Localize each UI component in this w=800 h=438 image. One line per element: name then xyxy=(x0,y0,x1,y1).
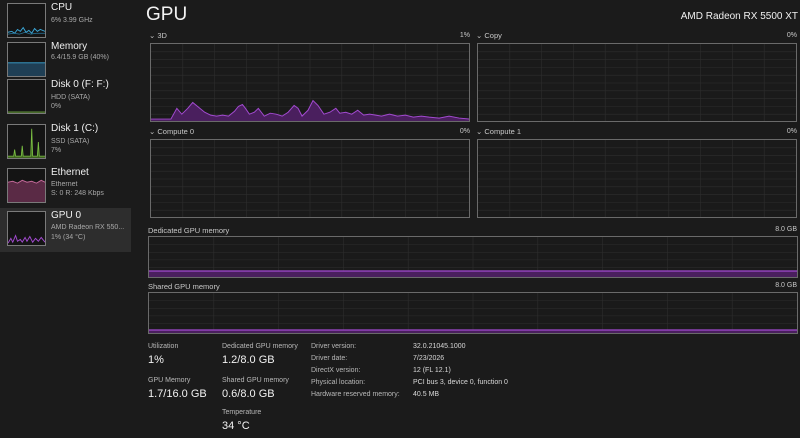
driver-date-value: 7/23/2026 xyxy=(413,355,445,362)
engine-selector-compute-0[interactable]: ⌄ Compute 0 xyxy=(149,127,194,136)
temperature-value: 34 °C xyxy=(222,420,250,432)
sidebar-item-cpu[interactable]: CPU 6% 3.99 GHz xyxy=(0,0,131,43)
disk-graph-icon xyxy=(7,124,46,159)
sidebar-item-disk-1[interactable]: Disk 1 (C:) SSD (SATA) 7% xyxy=(0,121,131,164)
disk-graph-icon xyxy=(7,79,46,114)
sidebar-item-label: GPU 0 xyxy=(51,210,82,221)
driver-version-label: Driver version: xyxy=(311,343,357,350)
graph-max: 0% xyxy=(786,32,797,39)
sidebar-item-detail: 6% 3.99 GHz xyxy=(51,17,93,24)
physical-location-label: Physical location: xyxy=(311,379,366,386)
chevron-down-icon: ⌄ xyxy=(149,31,156,40)
graph-dedicated-memory xyxy=(148,236,798,278)
sidebar-item-label: Memory xyxy=(51,41,88,52)
shared-memory-label: Shared GPU memory xyxy=(222,377,289,384)
engine-selector-compute-1[interactable]: ⌄ Compute 1 xyxy=(476,127,521,136)
memory-graph-icon xyxy=(7,42,46,77)
engine-selector-copy[interactable]: ⌄ Copy xyxy=(476,31,502,40)
dedicated-memory-value: 1.2/8.0 GB xyxy=(222,354,275,366)
dedicated-memory-label: Dedicated GPU memory xyxy=(222,343,298,350)
graph-max: 0% xyxy=(459,128,470,135)
graph-label: Compute 1 xyxy=(484,127,522,136)
chevron-down-icon: ⌄ xyxy=(149,127,156,136)
sidebar-item-detail: AMD Radeon RX 550... xyxy=(51,224,125,231)
sidebar-item-label: Disk 1 (C:) xyxy=(51,123,99,134)
chevron-down-icon: ⌄ xyxy=(476,127,483,136)
sidebar-item-usage: 0% xyxy=(51,103,62,110)
driver-date-label: Driver date: xyxy=(311,355,348,362)
engine-selector-3d[interactable]: ⌄ 3D xyxy=(149,31,167,40)
graph-label: Copy xyxy=(484,31,502,40)
graph-shared-memory xyxy=(148,292,798,334)
directx-label: DirectX version: xyxy=(311,367,361,374)
graph-label: Dedicated GPU memory xyxy=(148,226,230,235)
graph-max: 1% xyxy=(459,32,470,39)
driver-version-value: 32.0.21045.1000 xyxy=(413,343,466,350)
reserved-memory-value: 40.5 MB xyxy=(413,391,440,398)
chevron-down-icon: ⌄ xyxy=(476,31,483,40)
dedicated-memory-fill xyxy=(149,271,797,277)
gpu-graph-icon xyxy=(7,211,46,246)
physical-location-value: PCI bus 3, device 0, function 0 xyxy=(413,379,508,386)
gpu-memory-value: 1.7/16.0 GB xyxy=(148,388,207,400)
graph-copy xyxy=(477,43,797,122)
graph-max: 8.0 GB xyxy=(775,282,797,289)
gpu-detail-panel: GPU AMD Radeon RX 5500 XT ⌄ 3D 1% ⌄ Copy… xyxy=(131,0,800,438)
graph-compute-0 xyxy=(150,139,470,218)
graph-label: 3D xyxy=(157,31,167,40)
sidebar-item-gpu-0[interactable]: GPU 0 AMD Radeon RX 550... 1% (34 °C) xyxy=(0,208,131,252)
graph-max: 8.0 GB xyxy=(775,226,797,233)
sidebar-item-label: Ethernet xyxy=(51,167,89,178)
sidebar-item-memory[interactable]: Memory 6.4/15.9 GB (40%) xyxy=(0,39,131,82)
sidebar-item-throughput: S: 0 R: 248 Kbps xyxy=(51,190,104,197)
sidebar-item-disk-0[interactable]: Disk 0 (F: F:) HDD (SATA) 0% xyxy=(0,77,131,120)
utilization-label: Utilization xyxy=(148,343,179,350)
shared-memory-value: 0.6/8.0 GB xyxy=(222,388,275,400)
graph-3d xyxy=(150,43,470,122)
directx-value: 12 (FL 12.1) xyxy=(413,367,451,374)
sidebar-item-detail: Ethernet xyxy=(51,181,78,188)
sidebar-item-ethernet[interactable]: Ethernet Ethernet S: 0 R: 248 Kbps xyxy=(0,165,131,208)
sidebar-item-detail: 6.4/15.9 GB (40%) xyxy=(51,54,109,61)
sidebar-item-detail: SSD (SATA) xyxy=(51,138,90,145)
sidebar-item-label: Disk 0 (F: F:) xyxy=(51,79,109,90)
gpu-memory-label: GPU Memory xyxy=(148,377,191,384)
gpu-model-name: AMD Radeon RX 5500 XT xyxy=(680,11,798,22)
ethernet-graph-icon xyxy=(7,168,46,203)
sidebar-item-detail: HDD (SATA) xyxy=(51,94,91,101)
reserved-memory-label: Hardware reserved memory: xyxy=(311,391,400,398)
sidebar-item-label: CPU xyxy=(51,2,73,13)
sidebar: CPU 6% 3.99 GHz Memory 6.4/15.9 GB (40%)… xyxy=(0,0,131,438)
temperature-label: Temperature xyxy=(222,409,262,416)
utilization-value: 1% xyxy=(148,354,164,366)
graph-compute-1 xyxy=(477,139,797,218)
cpu-graph-icon xyxy=(7,3,46,38)
graph-label: Compute 0 xyxy=(157,127,195,136)
page-title: GPU xyxy=(146,4,188,25)
sidebar-item-usage: 1% (34 °C) xyxy=(51,234,86,241)
graph-label: Shared GPU memory xyxy=(148,282,220,291)
graph-max: 0% xyxy=(786,128,797,135)
sidebar-item-usage: 7% xyxy=(51,147,62,154)
